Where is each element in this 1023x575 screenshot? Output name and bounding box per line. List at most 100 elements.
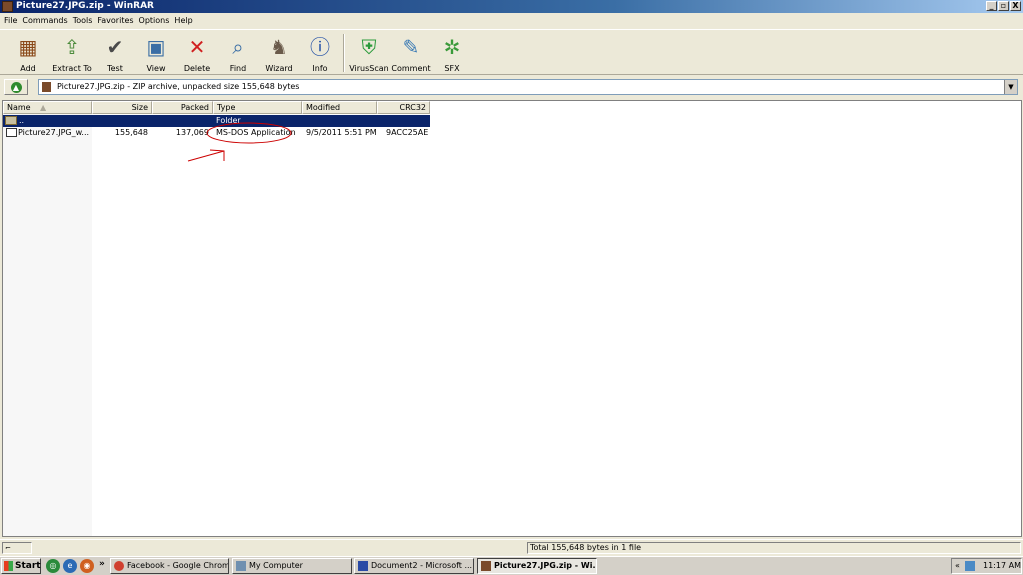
extract-icon: ⇪ [63, 35, 81, 59]
task-my-computer[interactable]: My Computer [232, 558, 352, 574]
wizard-label: Wizard [265, 64, 293, 73]
task-word-document[interactable]: Document2 - Microsoft ... [354, 558, 474, 574]
row-crc32: 9ACC25AE [386, 128, 429, 137]
menu-help[interactable]: Help [173, 14, 196, 27]
winrar-app-icon [2, 1, 13, 12]
task-label: Picture27.JPG.zip - Wi... [494, 561, 597, 570]
menu-bar: File Commands Tools Favorites Options He… [0, 14, 1023, 27]
info-button[interactable]: ⓘ Info [300, 32, 340, 74]
test-icon: ✔ [106, 35, 124, 59]
row-modified: 9/5/2011 5:51 PM [306, 128, 377, 137]
wizard-button[interactable]: ♞ Wizard [259, 32, 299, 74]
restore-button[interactable]: ▫ [998, 1, 1009, 11]
virusscan-button[interactable]: ⛨ VirusScan [348, 32, 390, 74]
address-row: ▲ Picture27.JPG.zip - ZIP archive, unpac… [0, 77, 1023, 97]
task-label: Facebook - Google Chrome [127, 561, 229, 570]
sfx-icon: ✲ [443, 35, 461, 59]
comment-label: Comment [391, 64, 431, 73]
add-label: Add [20, 64, 36, 73]
comment-button[interactable]: ✎ Comment [391, 32, 431, 74]
system-tray: « 11:17 AM [951, 558, 1022, 574]
status-drive-indicator: ⌐ [2, 542, 32, 554]
toolbar: ▦ Add ⇪ Extract To ✔ Test ▣ View ✕ Delet… [0, 29, 1023, 75]
delete-button[interactable]: ✕ Delete [177, 32, 217, 74]
column-header-type[interactable]: Type [213, 101, 302, 114]
column-name-label: Name [7, 103, 31, 112]
test-button[interactable]: ✔ Test [95, 32, 135, 74]
folder-icon [5, 116, 17, 125]
virusscan-label: VirusScan [349, 64, 389, 73]
menu-favorites[interactable]: Favorites [96, 14, 137, 27]
toolbar-separator [343, 34, 345, 72]
view-button[interactable]: ▣ View [136, 32, 176, 74]
menu-file[interactable]: File [3, 14, 21, 27]
file-list[interactable]: Name ▲ Size Packed Type Modified CRC32 ..… [2, 100, 1022, 537]
extract-to-button[interactable]: ⇪ Extract To [51, 32, 93, 74]
row-name: Picture27.JPG_w... [18, 128, 90, 137]
task-label: Document2 - Microsoft ... [371, 561, 473, 570]
sfx-button[interactable]: ✲ SFX [432, 32, 472, 74]
find-button[interactable]: ⌕ Find [218, 32, 258, 74]
task-label: My Computer [249, 561, 303, 570]
delete-icon: ✕ [188, 35, 206, 59]
taskbar: Start ◎ e ◉ » Facebook - Google Chrome M… [0, 556, 1023, 575]
virusscan-icon: ⛨ [361, 35, 377, 59]
windows-flag-icon [4, 561, 13, 571]
row-packed: 137,069 [175, 128, 209, 137]
ie-quicklaunch-icon[interactable]: e [63, 559, 77, 573]
column-size-label: Size [131, 103, 148, 112]
key-icon: ⌐ [5, 544, 11, 552]
chrome-quicklaunch-icon[interactable]: ◎ [46, 559, 60, 573]
column-type-label: Type [217, 103, 236, 112]
wizard-icon: ♞ [270, 35, 288, 59]
test-label: Test [107, 64, 123, 73]
find-label: Find [229, 64, 247, 73]
row-type: Folder [216, 116, 241, 125]
column-header-modified[interactable]: Modified [302, 101, 377, 114]
minimize-button[interactable]: _ [986, 1, 997, 11]
start-button[interactable]: Start [1, 558, 41, 574]
close-button[interactable]: X [1010, 1, 1021, 11]
delete-label: Delete [183, 64, 211, 73]
exe-file-icon [6, 128, 17, 137]
up-arrow-icon: ▲ [10, 82, 22, 93]
column-header-name[interactable]: Name ▲ [3, 101, 92, 114]
add-button[interactable]: ▦ Add [8, 32, 48, 74]
address-text: Picture27.JPG.zip - ZIP archive, unpacke… [57, 82, 300, 91]
address-dropdown-button[interactable]: ▼ [1004, 80, 1017, 94]
clock[interactable]: 11:17 AM [983, 559, 1021, 573]
view-label: View [146, 64, 166, 73]
chrome-icon [114, 561, 124, 571]
find-icon: ⌕ [232, 35, 244, 59]
computer-icon [236, 561, 246, 571]
task-chrome[interactable]: Facebook - Google Chrome [110, 558, 229, 574]
menu-commands[interactable]: Commands [21, 14, 71, 27]
winrar-window: Picture27.JPG.zip - WinRAR _ ▫ X File Co… [0, 0, 1023, 556]
column-crc32-label: CRC32 [399, 103, 426, 112]
archive-icon [42, 82, 51, 92]
network-icon[interactable] [965, 561, 975, 571]
sfx-label: SFX [444, 64, 460, 73]
menu-tools[interactable]: Tools [72, 14, 97, 27]
table-row-file[interactable]: Picture27.JPG_w... 155,648 137,069 MS-DO… [3, 127, 430, 139]
column-header-size[interactable]: Size [92, 101, 152, 114]
title-bar: Picture27.JPG.zip - WinRAR _ ▫ X [0, 0, 1023, 13]
quicklaunch-overflow[interactable]: » [99, 559, 105, 569]
window-title: Picture27.JPG.zip - WinRAR [16, 1, 154, 11]
name-column-shade [3, 114, 92, 536]
status-bar: ⌐ Total 155,648 bytes in 1 file [0, 539, 1023, 555]
firefox-quicklaunch-icon[interactable]: ◉ [80, 559, 94, 573]
tray-expand-button[interactable]: « [955, 559, 960, 573]
up-one-level-button[interactable]: ▲ [4, 79, 28, 95]
column-header-crc32[interactable]: CRC32 [377, 101, 430, 114]
word-icon [358, 561, 368, 571]
menu-options[interactable]: Options [138, 14, 174, 27]
add-archive-icon: ▦ [18, 35, 38, 59]
info-label: Info [312, 64, 328, 73]
task-winrar[interactable]: Picture27.JPG.zip - Wi... [477, 558, 597, 574]
column-header-packed[interactable]: Packed [152, 101, 213, 114]
view-icon: ▣ [146, 35, 166, 59]
start-label: Start [15, 561, 41, 571]
table-row-parent[interactable]: .. Folder [3, 115, 430, 127]
address-bar[interactable]: Picture27.JPG.zip - ZIP archive, unpacke… [38, 79, 1018, 95]
